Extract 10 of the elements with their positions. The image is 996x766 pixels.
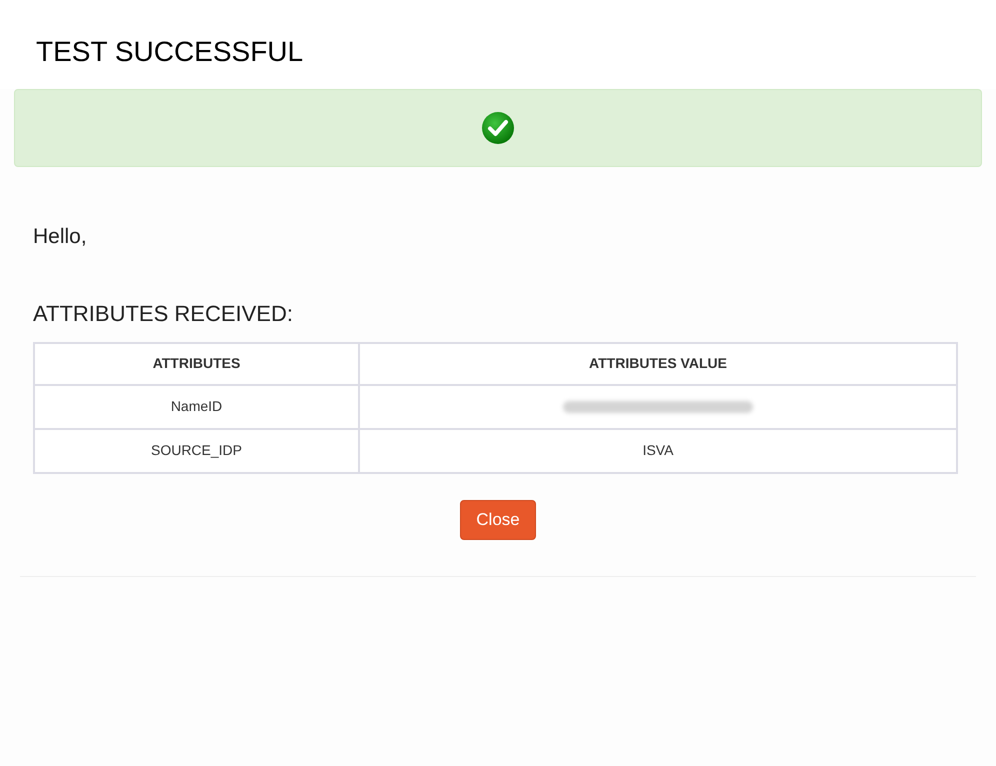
- column-header: ATTRIBUTES VALUE: [359, 342, 957, 384]
- section-heading: ATTRIBUTES RECEIVED:: [33, 300, 293, 328]
- table-cell: ISVA: [359, 428, 957, 472]
- close-button[interactable]: Close: [460, 500, 536, 540]
- table-cell: SOURCE_IDP: [34, 428, 359, 472]
- dialog-title: TEST SUCCESSFUL: [36, 36, 304, 68]
- table-cell: NameID: [34, 384, 359, 428]
- check-icon: [481, 111, 515, 145]
- column-header: ATTRIBUTES: [34, 342, 359, 384]
- greeting-text: Hello,: [33, 224, 87, 250]
